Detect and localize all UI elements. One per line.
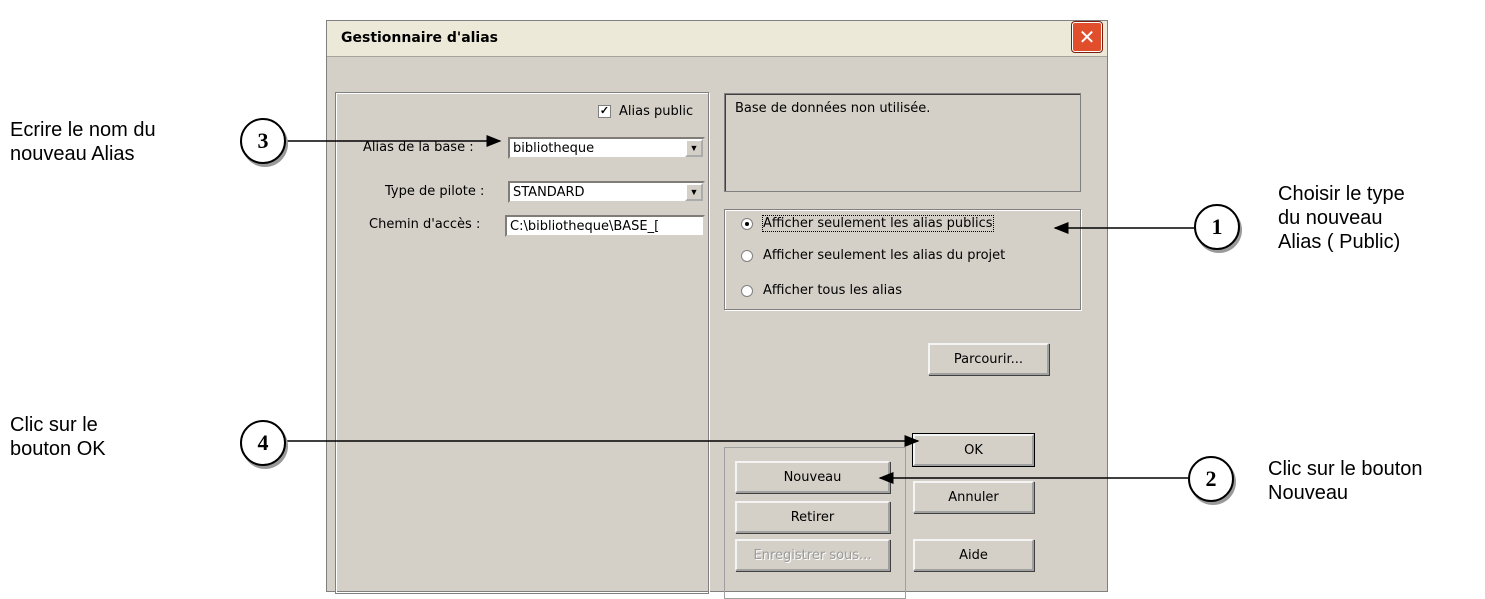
- help-button[interactable]: Aide: [913, 539, 1034, 571]
- step-3-marker: 3: [240, 118, 286, 164]
- driver-type-combobox[interactable]: STANDARD ▼: [508, 181, 705, 203]
- chevron-down-icon[interactable]: ▼: [685, 183, 703, 201]
- database-info-box: Base de données non utilisée.: [724, 93, 1081, 192]
- path-label: Chemin d'accès :: [369, 217, 481, 232]
- step-2-marker: 2: [1188, 456, 1234, 502]
- base-alias-combobox[interactable]: bibliotheque ▼: [508, 137, 705, 159]
- public-alias-label: Alias public: [619, 104, 694, 119]
- check-icon: ✓: [599, 105, 610, 117]
- driver-type-label: Type de pilote :: [385, 184, 485, 199]
- step-3-text: Ecrire le nom du nouveau Alias: [10, 119, 156, 165]
- close-icon: ✕: [1078, 25, 1096, 49]
- base-alias-label: Alias de la base :: [363, 140, 474, 155]
- browse-button[interactable]: Parcourir...: [928, 343, 1049, 375]
- button-area-frame: [724, 447, 906, 599]
- alias-manager-dialog: Gestionnaire d'alias ✕ ✓ Alias public Al…: [326, 20, 1108, 599]
- alias-properties-group: [335, 92, 709, 594]
- radio-public-aliases[interactable]: [741, 218, 753, 230]
- ok-button[interactable]: OK: [912, 433, 1035, 467]
- database-status-text: Base de données non utilisée.: [735, 101, 931, 116]
- step-1-text: Choisir le type du nouveau Alias ( Publi…: [1278, 183, 1405, 253]
- cancel-button[interactable]: Annuler: [913, 481, 1034, 513]
- step-1-marker: 1: [1194, 204, 1240, 250]
- radio-all-aliases[interactable]: [741, 285, 753, 297]
- title-bar[interactable]: Gestionnaire d'alias ✕: [327, 21, 1107, 57]
- radio-all-aliases-label[interactable]: Afficher tous les alias: [763, 283, 902, 298]
- driver-type-value: STANDARD: [513, 185, 585, 200]
- radio-public-aliases-label[interactable]: Afficher seulement les alias publics: [762, 215, 994, 232]
- step-4-marker: 4: [240, 420, 286, 466]
- chevron-down-icon[interactable]: ▼: [685, 139, 703, 157]
- radio-project-aliases-label[interactable]: Afficher seulement les alias du projet: [763, 248, 1005, 263]
- base-alias-value: bibliotheque: [513, 141, 595, 156]
- path-value: C:\bibliotheque\BASE_[: [510, 219, 660, 234]
- path-input[interactable]: C:\bibliotheque\BASE_[: [505, 215, 705, 237]
- step-4-text: Clic sur le bouton OK: [10, 414, 106, 460]
- step-2-text: Clic sur le bouton Nouveau: [1268, 458, 1423, 504]
- radio-project-aliases[interactable]: [741, 250, 753, 262]
- public-alias-checkbox[interactable]: ✓: [598, 105, 611, 118]
- dialog-title: Gestionnaire d'alias: [341, 30, 499, 46]
- close-button[interactable]: ✕: [1072, 22, 1102, 52]
